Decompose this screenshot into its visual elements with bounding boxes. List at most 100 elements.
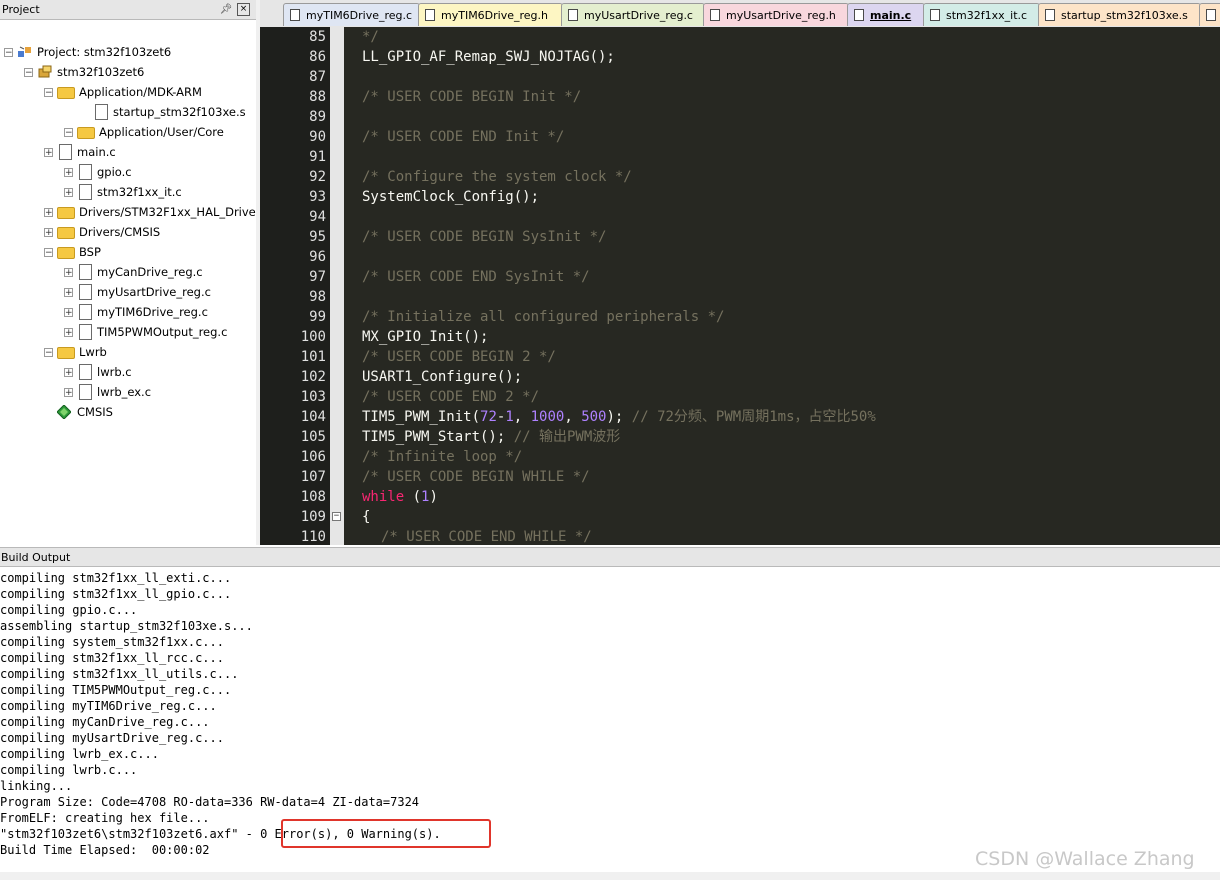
tree-item[interactable]: + gpio.c	[64, 162, 132, 182]
file-icon	[79, 304, 92, 320]
editor-tab[interactable]: startup_stm32f103xe.s	[1038, 3, 1201, 26]
expand-icon[interactable]: +	[44, 207, 53, 217]
tab-label: main.c	[870, 8, 912, 22]
build-output-line: compiling myCanDrive_reg.c...	[0, 715, 210, 729]
folder-icon	[77, 127, 95, 139]
editor-tab[interactable]: myUsartDrive_reg.h	[703, 3, 849, 26]
line-number: 94	[309, 209, 326, 225]
editor-tab[interactable]: myUsartDrive_reg.c	[561, 3, 705, 26]
build-output-panel[interactable]: compiling stm32f1xx_ll_exti.c... compilin…	[0, 568, 1220, 872]
line-number: 105	[300, 429, 326, 445]
tree-item[interactable]: − Lwrb	[44, 342, 107, 362]
tree-item[interactable]: − Application/User/Core	[64, 122, 224, 142]
code-token: 1000	[530, 409, 565, 425]
code-line: 93 SystemClock_Config();	[260, 187, 1220, 207]
expand-icon[interactable]: +	[64, 267, 73, 277]
code-text: /* Infinite loop */	[362, 447, 522, 467]
code-line: 106 /* Infinite loop */	[260, 447, 1220, 467]
tree-item[interactable]: − BSP	[44, 242, 101, 262]
tree-item[interactable]: + myTIM6Drive_reg.c	[64, 302, 208, 322]
tree-item[interactable]: + TIM5PWMOutput_reg.c	[64, 322, 227, 342]
tree-item-label: TIM5PWMOutput_reg.c	[97, 325, 228, 339]
code-line: 98	[260, 287, 1220, 307]
collapse-icon[interactable]: −	[24, 67, 33, 77]
line-number: 108	[300, 489, 326, 505]
line-number: 107	[300, 469, 326, 485]
collapse-icon[interactable]: −	[4, 47, 13, 57]
expand-icon[interactable]: +	[44, 227, 53, 237]
tree-item[interactable]: − Application/MDK-ARM	[44, 82, 202, 102]
file-icon	[95, 104, 108, 120]
horizontal-scrollbar[interactable]	[0, 872, 1220, 880]
editor-tab[interactable]: myTIM6Drive_reg.h	[418, 3, 563, 26]
collapse-icon[interactable]: −	[64, 127, 73, 137]
editor-tab[interactable]: stm32f1xx_it.c	[923, 3, 1040, 26]
build-output-line: compiling stm32f1xx_ll_gpio.c...	[0, 587, 232, 601]
expand-icon[interactable]: +	[64, 367, 73, 377]
build-output-line: Build Time Elapsed: 00:00:02	[0, 843, 210, 857]
build-output-line: compiling system_stm32f1xx.c...	[0, 635, 224, 649]
code-line: 91	[260, 147, 1220, 167]
collapse-icon[interactable]: −	[44, 347, 53, 357]
close-icon[interactable]: ×	[237, 3, 250, 16]
editor-tab[interactable]	[1199, 3, 1220, 26]
project-panel-title: Project	[2, 3, 40, 16]
tree-item[interactable]: + lwrb_ex.c	[64, 382, 151, 402]
tree-item[interactable]: + lwrb.c	[64, 362, 132, 382]
tree-item[interactable]: + main.c	[44, 142, 116, 162]
fold-collapse-icon[interactable]: −	[332, 512, 341, 521]
editor-tab[interactable]: myTIM6Drive_reg.c	[283, 3, 420, 26]
collapse-icon[interactable]: −	[44, 247, 53, 257]
collapse-icon[interactable]: −	[44, 87, 53, 97]
code-line: 85 */	[260, 27, 1220, 47]
line-number: 103	[300, 389, 326, 405]
code-editor[interactable]: 85 */ 86 LL_GPIO_AF_Remap_SWJ_NOJTAG(); 87 88…	[260, 27, 1220, 545]
code-line: 87	[260, 67, 1220, 87]
code-text: */	[362, 27, 379, 47]
tree-item[interactable]: + Drivers/STM32F1xx_HAL_Driver	[44, 202, 260, 222]
expand-icon[interactable]: +	[64, 387, 73, 397]
code-token: while	[362, 489, 405, 505]
code-text: /* Initialize all configured peripherals…	[362, 307, 724, 327]
code-text: /* USER CODE END SysInit */	[362, 267, 590, 287]
expand-icon[interactable]: +	[64, 187, 73, 197]
tree-item[interactable]: CMSIS	[44, 402, 113, 422]
code-line: 96	[260, 247, 1220, 267]
code-text: LL_GPIO_AF_Remap_SWJ_NOJTAG();	[362, 47, 615, 67]
tab-label: myTIM6Drive_reg.h	[441, 8, 549, 22]
build-output-line: Program Size: Code=4708 RO-data=336 RW-d…	[0, 795, 420, 809]
code-token: USART1_Configure();	[362, 369, 523, 385]
expand-icon[interactable]: +	[64, 287, 73, 297]
watermark: CSDN @Wallace Zhang	[975, 848, 1195, 870]
tree-item[interactable]: − Project: stm32f103zet6	[4, 42, 171, 62]
tree-item[interactable]: startup_stm32f103xe.s	[80, 102, 246, 122]
tree-item-label: Drivers/CMSIS	[79, 225, 161, 239]
expand-icon[interactable]: +	[44, 147, 53, 157]
tree-item[interactable]: + Drivers/CMSIS	[44, 222, 160, 242]
tree-item[interactable]: + myCanDrive_reg.c	[64, 262, 203, 282]
line-number: 90	[309, 129, 326, 145]
build-output-line: linking...	[0, 779, 73, 793]
code-token: /* Infinite loop */	[362, 449, 523, 465]
file-icon	[79, 324, 92, 340]
tree-item[interactable]: − stm32f103zet6	[24, 62, 144, 82]
pin-icon[interactable]: 📌︎	[219, 3, 233, 17]
code-token: (	[404, 489, 422, 505]
tab-label: myUsartDrive_reg.c	[584, 8, 693, 22]
tree-item[interactable]: + myUsartDrive_reg.c	[64, 282, 211, 302]
project-panel: Project 📌︎ × − Project: stm32f103zet6− stm…	[0, 0, 260, 545]
tab-label: stm32f1xx_it.c	[946, 8, 1028, 22]
editor-tab[interactable]: main.c	[847, 3, 925, 26]
expand-icon[interactable]: +	[64, 307, 73, 317]
code-token: /* Configure the system clock */	[362, 169, 632, 185]
expand-icon[interactable]: +	[64, 327, 73, 337]
file-icon	[425, 9, 435, 21]
expand-icon[interactable]: +	[64, 167, 73, 177]
tree-item-label: main.c	[77, 145, 116, 159]
code-line: 101 /* USER CODE BEGIN 2 */	[260, 347, 1220, 367]
tree-item[interactable]: + stm32f1xx_it.c	[64, 182, 182, 202]
line-number: 86	[309, 49, 326, 65]
code-text: /* USER CODE END 2 */	[362, 387, 539, 407]
file-icon	[59, 144, 72, 160]
code-token: /* USER CODE END 2 */	[362, 389, 540, 405]
